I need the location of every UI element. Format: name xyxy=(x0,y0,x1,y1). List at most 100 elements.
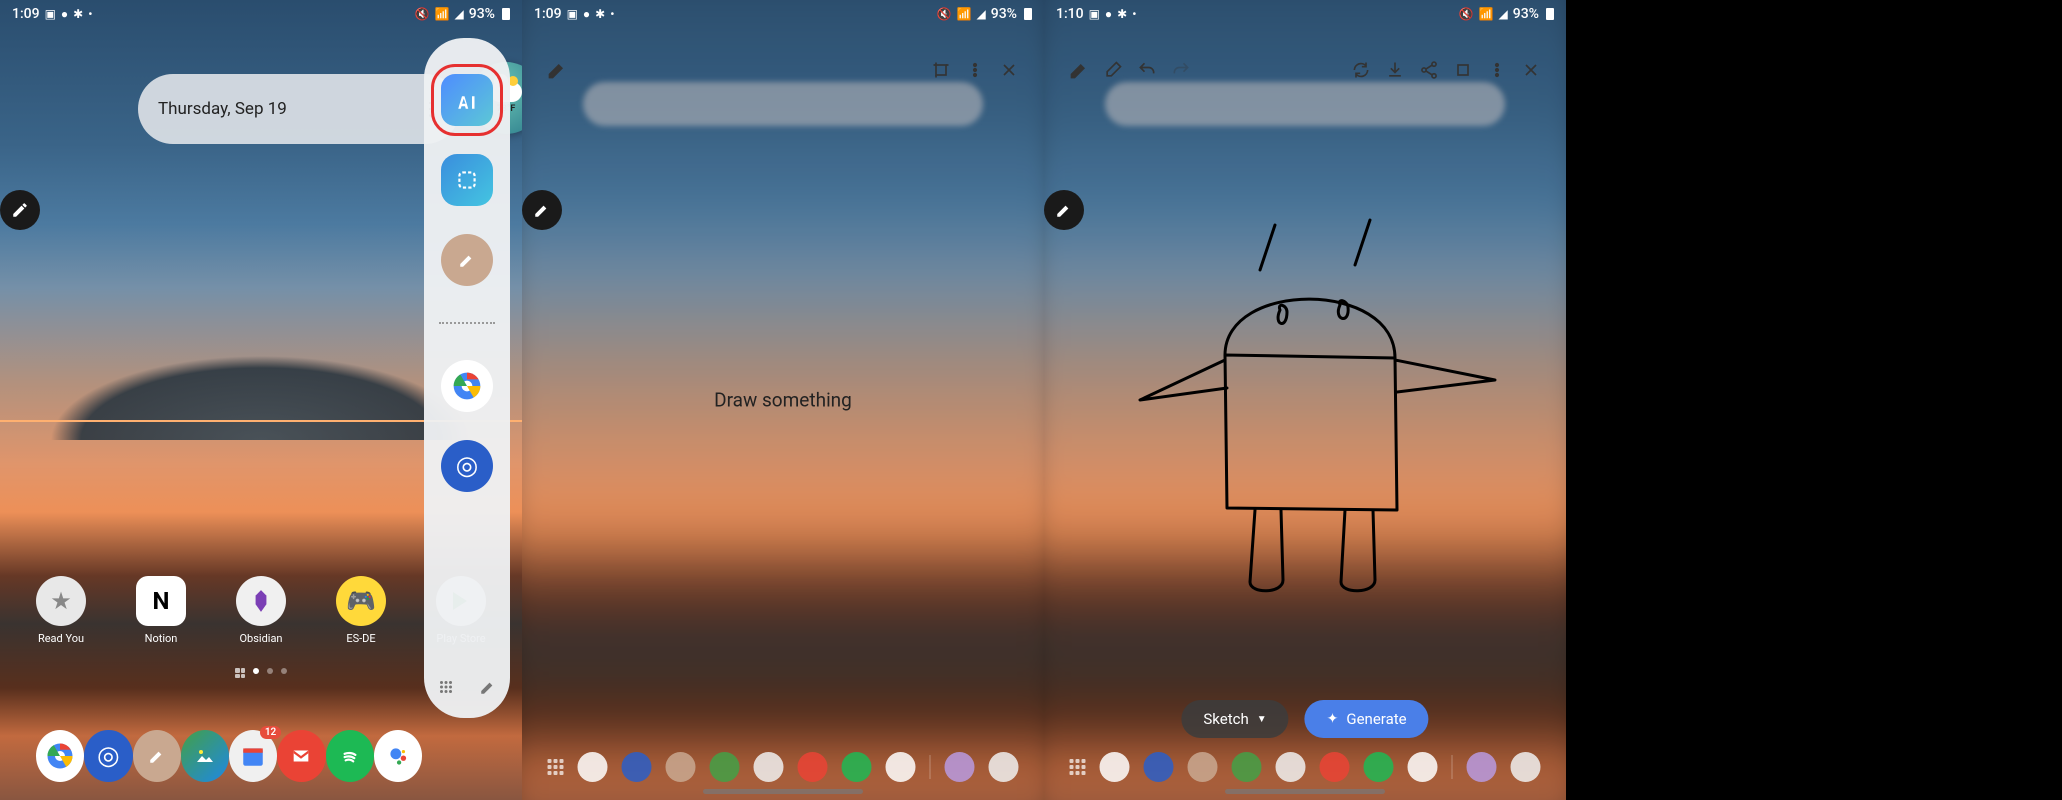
pencil-icon xyxy=(533,201,551,219)
date-widget[interactable]: Thursday, Sep 19 ⋮ xyxy=(138,74,460,144)
generate-button[interactable]: ✦ Generate xyxy=(1305,700,1429,738)
pen-tool[interactable] xyxy=(540,53,574,87)
app-label: Obsidian xyxy=(239,632,282,645)
crop-icon xyxy=(931,60,951,80)
edit-fab[interactable] xyxy=(522,190,562,230)
apps-grid-icon xyxy=(1070,759,1086,775)
dock-blur-auth xyxy=(622,752,652,782)
slack-icon: ✱ xyxy=(1117,7,1127,21)
battery-icon xyxy=(1024,8,1032,20)
nav-pill[interactable] xyxy=(703,789,863,794)
edge-divider xyxy=(439,322,495,324)
sketch-controls: Sketch ▼ ✦ Generate xyxy=(1181,700,1428,738)
battery-percent: 93% xyxy=(469,6,495,22)
dock-blur-assist xyxy=(886,752,916,782)
page-dot[interactable] xyxy=(253,668,259,674)
app-read-you[interactable]: ★ Read You xyxy=(36,576,86,645)
edge-ai-select[interactable] xyxy=(441,74,493,126)
eraser-tool[interactable] xyxy=(1096,53,1130,87)
dock-gmail[interactable] xyxy=(277,730,325,782)
chrome-icon xyxy=(45,741,75,771)
battery-icon xyxy=(502,8,510,20)
chrome-icon xyxy=(451,370,483,402)
crop-tool[interactable] xyxy=(924,53,958,87)
app-obsidian[interactable]: Obsidian xyxy=(236,576,286,645)
apps-grid-icon[interactable] xyxy=(235,668,245,678)
edit-fab[interactable] xyxy=(1044,190,1084,230)
page-dot[interactable] xyxy=(267,668,273,674)
dock-notes[interactable] xyxy=(133,730,181,782)
dock-blur-notes xyxy=(666,752,696,782)
status-bar: 1:09 ▣ ● ✱ • 🔇 📶 ◢ 93% xyxy=(0,0,522,28)
edit-fab[interactable] xyxy=(0,190,40,230)
battery-icon xyxy=(1546,8,1554,20)
edge-edit-icon[interactable] xyxy=(477,676,499,698)
download-tool[interactable] xyxy=(1378,53,1412,87)
dock-authenticator[interactable]: ◎ xyxy=(84,730,132,782)
battery-percent: 93% xyxy=(991,6,1017,22)
ai-select-icon xyxy=(452,85,482,115)
signal-icon: ◢ xyxy=(455,7,464,21)
app-notion[interactable]: N Notion xyxy=(136,576,186,645)
share-tool[interactable] xyxy=(1412,53,1446,87)
dock-separator xyxy=(1452,755,1453,779)
more-tool[interactable] xyxy=(958,53,992,87)
status-bar: 1:09 ▣ ● ✱ • 🔇 📶 ◢ 93% xyxy=(522,0,1044,28)
spotify-icon xyxy=(337,743,363,769)
dock-blur-photos xyxy=(710,752,740,782)
dock-spotify[interactable] xyxy=(326,730,374,782)
pen-tool[interactable] xyxy=(1062,53,1096,87)
more-tool[interactable] xyxy=(1480,53,1514,87)
app-esde[interactable]: 🎮 ES-DE xyxy=(336,576,386,645)
dock-blur-spotify xyxy=(1364,752,1394,782)
notification-icon: ● xyxy=(61,7,68,21)
blurred-dock xyxy=(548,752,1019,782)
sketch-type-dropdown[interactable]: Sketch ▼ xyxy=(1181,700,1288,738)
battery-percent: 93% xyxy=(1513,6,1539,22)
eraser-icon xyxy=(1103,60,1123,80)
pencil-icon xyxy=(148,747,166,765)
dock-chrome[interactable] xyxy=(36,730,84,782)
edge-smart-select[interactable] xyxy=(441,154,493,206)
screenshot-icon: ▣ xyxy=(45,7,56,21)
edge-screen-write[interactable] xyxy=(441,234,493,286)
refresh-tool[interactable] xyxy=(1344,53,1378,87)
edge-apps-icon[interactable] xyxy=(435,676,457,698)
generate-label: Generate xyxy=(1346,710,1406,728)
close-tool[interactable] xyxy=(1514,53,1548,87)
dock-assistant[interactable] xyxy=(374,730,422,782)
app-label: Read You xyxy=(38,632,84,645)
dock-blur-notes xyxy=(1188,752,1218,782)
crop-tool[interactable] xyxy=(1446,53,1480,87)
signal-icon: ◢ xyxy=(1499,7,1508,21)
pencil-icon xyxy=(1055,201,1073,219)
notification-icon: ● xyxy=(583,7,590,21)
undo-tool[interactable] xyxy=(1130,53,1164,87)
draw-screen-sketched: 1:10 ▣ ● ✱ • 🔇 📶 ◢ 93% xyxy=(1044,0,1566,800)
close-icon xyxy=(1521,60,1541,80)
dock-calendar[interactable]: 12 xyxy=(229,730,277,782)
dock-blur-photos xyxy=(1232,752,1262,782)
edge-panel[interactable]: ◎ xyxy=(424,38,510,718)
dock: ◎ 12 xyxy=(36,730,422,782)
sparkle-icon: ✦ xyxy=(1327,711,1339,727)
close-tool[interactable] xyxy=(992,53,1026,87)
edge-authenticator[interactable]: ◎ xyxy=(441,440,493,492)
pen-icon xyxy=(547,60,567,80)
status-time: 1:09 xyxy=(534,6,562,22)
chevron-down-icon: ▼ xyxy=(1257,714,1267,725)
status-bar: 1:10 ▣ ● ✱ • 🔇 📶 ◢ 93% xyxy=(1044,0,1566,28)
dock-photos[interactable] xyxy=(181,730,229,782)
nav-pill[interactable] xyxy=(1225,789,1385,794)
wifi-icon: 📶 xyxy=(1479,7,1494,21)
app-label: Notion xyxy=(145,632,178,645)
page-dot[interactable] xyxy=(281,668,287,674)
dock-blur-extra2 xyxy=(989,752,1019,782)
screenshot-icon: ▣ xyxy=(567,7,578,21)
assistant-icon xyxy=(385,743,411,769)
home-screen: 1:09 ▣ ● ✱ • 🔇 📶 ◢ 93% Thursday, Sep 19 … xyxy=(0,0,522,800)
edge-chrome[interactable] xyxy=(441,360,493,412)
dock-blur-cal xyxy=(1276,752,1306,782)
pencil-icon xyxy=(458,251,476,269)
more-notifications-icon: • xyxy=(610,7,614,21)
